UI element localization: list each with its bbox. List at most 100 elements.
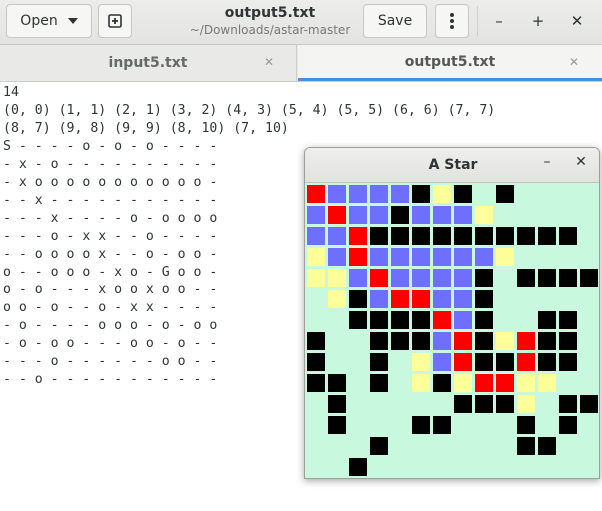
astar-minimize-button[interactable]: – [537, 154, 557, 176]
explored-cell [411, 247, 431, 267]
wall-cell [369, 373, 389, 393]
wall-cell [558, 331, 578, 351]
explored-cell [327, 226, 347, 246]
explored-cell [453, 289, 473, 309]
wall-cell [558, 394, 578, 414]
wall-cell [369, 310, 389, 330]
frontier-cell [306, 268, 326, 288]
path-cell [348, 226, 368, 246]
explored-cell [390, 247, 410, 267]
wall-cell [516, 268, 536, 288]
wall-cell [306, 352, 326, 372]
wall-cell [432, 226, 452, 246]
frontier-cell [327, 268, 347, 288]
wall-cell [558, 310, 578, 330]
wall-cell [411, 415, 431, 435]
wall-cell [495, 352, 515, 372]
wall-cell [390, 226, 410, 246]
path-cell [432, 310, 452, 330]
explored-cell [432, 289, 452, 309]
wall-cell [474, 226, 494, 246]
explored-cell [369, 184, 389, 204]
frontier-cell [516, 394, 536, 414]
frontier-cell [306, 247, 326, 267]
path-cell [474, 373, 494, 393]
save-button[interactable]: Save [363, 4, 427, 38]
wall-cell [495, 184, 515, 204]
wall-cell [348, 289, 368, 309]
close-icon: ✕ [570, 12, 584, 30]
save-button-label: Save [377, 13, 413, 29]
explored-cell [306, 226, 326, 246]
explored-cell [348, 268, 368, 288]
path-cell [516, 331, 536, 351]
wall-cell [453, 184, 473, 204]
explored-cell [348, 205, 368, 225]
wall-cell [558, 415, 578, 435]
wall-cell [306, 331, 326, 351]
explored-cell [327, 247, 347, 267]
explored-cell [453, 268, 473, 288]
wall-cell [474, 331, 494, 351]
wall-cell [558, 352, 578, 372]
explored-cell [432, 352, 452, 372]
wall-cell [369, 226, 389, 246]
wall-cell [411, 331, 431, 351]
frontier-cell [411, 373, 431, 393]
wall-cell [348, 310, 368, 330]
wall-cell [579, 268, 599, 288]
tab-close-icon[interactable]: ✕ [569, 55, 579, 69]
wall-cell [369, 352, 389, 372]
wall-cell [390, 310, 410, 330]
minimize-button[interactable]: – [486, 8, 512, 34]
wall-cell [390, 205, 410, 225]
header-bar: Open output5.txt ~/Downloads/astar-maste… [0, 0, 602, 45]
frontier-cell [453, 373, 473, 393]
wall-cell [474, 268, 494, 288]
menu-button[interactable] [435, 4, 469, 38]
wall-cell [537, 352, 557, 372]
new-document-button[interactable] [98, 4, 132, 38]
editor-line: (0, 0) (1, 1) (2, 1) (3, 2) (4, 3) (5, 4… [3, 102, 496, 118]
open-button-label: Open [20, 13, 58, 29]
wall-cell [453, 226, 473, 246]
maximize-icon: + [531, 12, 545, 30]
astar-close-button[interactable]: ✕ [571, 154, 591, 176]
wall-cell [327, 415, 347, 435]
new-document-icon [108, 14, 122, 28]
wall-cell [579, 394, 599, 414]
wall-cell [474, 352, 494, 372]
frontier-cell [495, 247, 515, 267]
wall-cell [411, 184, 431, 204]
wall-cell [558, 268, 578, 288]
explored-cell [432, 247, 452, 267]
path-cell [306, 184, 326, 204]
frontier-cell [327, 289, 347, 309]
wall-cell [327, 373, 347, 393]
wall-cell [537, 436, 557, 456]
wall-cell [432, 373, 452, 393]
explored-cell [348, 184, 368, 204]
path-cell [453, 352, 473, 372]
open-button[interactable]: Open [6, 4, 92, 38]
wall-cell [411, 310, 431, 330]
astar-grid [305, 183, 599, 478]
tab-close-icon[interactable]: ✕ [264, 55, 274, 69]
tab-input5[interactable]: input5.txt ✕ [0, 45, 297, 81]
wall-cell [474, 394, 494, 414]
editor-line: 14 [3, 85, 19, 100]
maximize-button[interactable]: + [525, 8, 551, 34]
wall-cell [390, 331, 410, 351]
astar-window: A Star – ✕ [304, 147, 600, 479]
explored-cell [390, 268, 410, 288]
explored-cell [432, 205, 452, 225]
tab-output5[interactable]: output5.txt ✕ [298, 45, 602, 81]
window-subtitle: ~/Downloads/astar-master [189, 23, 351, 37]
explored-cell [306, 205, 326, 225]
explored-cell [453, 310, 473, 330]
window-title: output5.txt [224, 5, 316, 21]
wall-cell [474, 310, 494, 330]
wall-cell [327, 394, 347, 414]
wall-cell [537, 331, 557, 351]
close-button[interactable]: ✕ [564, 8, 590, 34]
